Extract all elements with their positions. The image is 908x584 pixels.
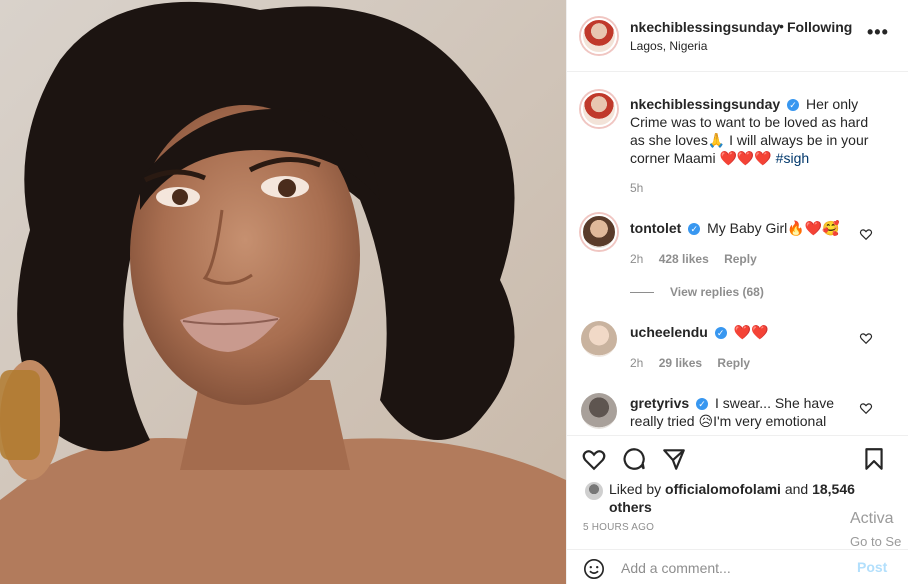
comment-bubble-icon[interactable] — [621, 446, 647, 472]
replies-divider — [630, 292, 654, 294]
comment-text: My Baby Girl🔥❤️🥰 — [707, 220, 840, 236]
more-options-icon[interactable]: ••• — [867, 22, 889, 43]
view-replies-label[interactable]: View replies (68) — [670, 285, 764, 299]
activation-watermark: Activa — [850, 510, 894, 527]
caption-username[interactable]: nkechiblessingsunday — [630, 96, 780, 112]
verified-badge-icon: ✓ — [714, 327, 727, 340]
post-comment-button[interactable]: Post — [857, 559, 887, 575]
liker-avatar[interactable] — [585, 482, 603, 500]
comment-gretyrivs: gretyrivs ✓ I swear... She have really t… — [630, 394, 860, 430]
verified-badge-icon: ✓ — [787, 99, 800, 112]
caption-time: 5h — [630, 181, 644, 195]
liked-and: and — [784, 481, 809, 497]
comment-likes[interactable]: 428 likes — [659, 252, 709, 266]
comment-meta: 2h 428 likes Reply — [630, 252, 769, 266]
comment-meta: 2h 29 likes Reply — [630, 356, 762, 370]
comment-avatar-tontolet[interactable] — [581, 214, 617, 250]
post-side-panel: nkechiblessingsunday • Following Lagos, … — [566, 0, 908, 584]
following-button[interactable]: Following — [787, 19, 852, 35]
comment-likes[interactable]: 29 likes — [659, 356, 702, 370]
verified-badge-icon: ✓ — [688, 223, 701, 236]
comment-like-heart-icon[interactable] — [859, 227, 873, 241]
comment-time: 2h — [630, 252, 644, 266]
caption-hearts: ❤️❤️❤️ — [719, 150, 772, 166]
post-photo[interactable] — [0, 0, 566, 584]
portrait-image — [0, 0, 566, 584]
comment-tontolet: tontolet ✓ My Baby Girl🔥❤️🥰 — [630, 219, 860, 237]
comment-like-heart-icon[interactable] — [859, 401, 873, 415]
comment-input[interactable] — [621, 558, 841, 578]
post-header: nkechiblessingsunday • Following Lagos, … — [567, 0, 908, 72]
comment-time: 2h — [630, 356, 644, 370]
comment-username[interactable]: tontolet — [630, 220, 681, 236]
post-timestamp[interactable]: 5 HOURS AGO — [583, 522, 654, 533]
likes-summary: Liked by officialomofolami and 18,546 ot… — [609, 480, 869, 516]
comment-username[interactable]: gretyrivs — [630, 395, 689, 411]
share-send-icon[interactable] — [661, 446, 687, 472]
liked-by-prefix: Liked by — [609, 481, 662, 497]
bookmark-save-icon[interactable] — [861, 446, 887, 472]
comment-like-heart-icon[interactable] — [859, 331, 873, 345]
liker-username[interactable]: officialomofolami — [665, 481, 781, 497]
verified-badge-icon: ✓ — [696, 398, 709, 411]
author-username[interactable]: nkechiblessingsunday — [630, 19, 780, 35]
comment-avatar-gretyrivs[interactable] — [581, 393, 617, 429]
comment-avatar-ucheelendu[interactable] — [581, 321, 617, 357]
reply-button[interactable]: Reply — [724, 252, 757, 266]
add-comment-bar: Post — [567, 549, 908, 584]
comment-username[interactable]: ucheelendu — [630, 324, 708, 340]
view-replies-button[interactable]: View replies (68) — [630, 285, 764, 299]
hashtag-link[interactable]: #sigh — [776, 150, 809, 166]
comment-text: ❤️❤️ — [733, 324, 769, 340]
reply-button[interactable]: Reply — [717, 356, 750, 370]
location-link[interactable]: Lagos, Nigeria — [630, 39, 707, 53]
separator-dot: • — [779, 18, 784, 34]
activation-watermark-sub: Go to Se — [850, 534, 902, 549]
like-heart-icon[interactable] — [581, 446, 607, 472]
caption-avatar[interactable] — [581, 91, 617, 127]
caption: nkechiblessingsunday ✓ Her only Crime wa… — [630, 95, 880, 167]
author-avatar[interactable] — [581, 18, 617, 54]
emoji-icon[interactable] — [583, 558, 605, 580]
comment-ucheelendu: ucheelendu ✓ ❤️❤️ — [630, 323, 860, 341]
comments-list[interactable]: nkechiblessingsunday ✓ Her only Crime wa… — [567, 73, 908, 435]
